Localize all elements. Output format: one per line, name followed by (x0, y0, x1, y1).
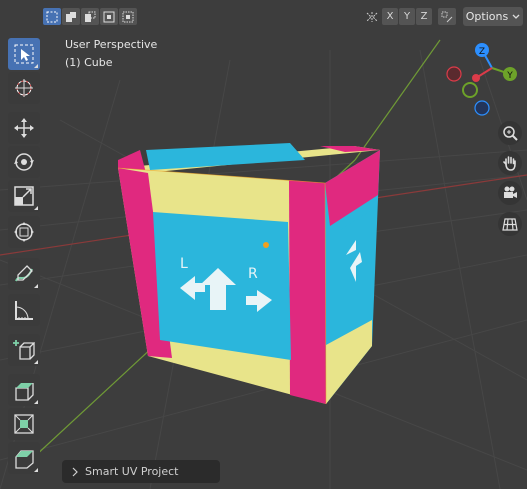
mirror-x-button[interactable]: X (382, 8, 398, 25)
svg-text:L: L (180, 256, 188, 272)
neg-z-axis-ball[interactable] (474, 100, 490, 116)
chevron-down-icon (512, 14, 520, 19)
hand-pan-icon[interactable] (498, 151, 522, 175)
select-set-icon[interactable] (43, 8, 61, 25)
mirror-axes: X Y Z (363, 8, 432, 25)
z-axis-label: Z (479, 47, 485, 57)
object-origin (263, 242, 269, 248)
select-extend-icon[interactable] (62, 8, 80, 25)
mirror-y-button[interactable]: Y (399, 8, 415, 25)
add-cube-tool[interactable] (8, 334, 40, 366)
x-axis-ball[interactable] (472, 74, 480, 82)
butterfly-mirror-icon[interactable] (363, 8, 381, 25)
cube-top-blue (146, 143, 305, 170)
move-tool[interactable] (8, 112, 40, 144)
options-label: Options (465, 10, 509, 23)
snap-icon[interactable] (438, 8, 456, 25)
neg-y-axis-ball[interactable] (462, 82, 478, 98)
3d-viewport[interactable]: L R X Y Z Options User Perspective (1) C… (0, 0, 527, 489)
mirror-z-button[interactable]: Z (416, 8, 432, 25)
select-invert-icon[interactable] (100, 8, 118, 25)
options-dropdown[interactable]: Options (463, 7, 523, 26)
inset-faces-tool[interactable] (8, 408, 40, 440)
y-axis-line-far (354, 39, 441, 161)
last-operator-label: Smart UV Project (85, 465, 179, 478)
grid-view-icon[interactable] (498, 212, 522, 236)
select-subtract-icon[interactable] (81, 8, 99, 25)
measure-tool[interactable] (8, 294, 40, 326)
extrude-region-tool[interactable] (8, 374, 40, 406)
viewport-header: X Y Z Options (0, 0, 527, 34)
last-operator-panel[interactable]: Smart UV Project (62, 460, 220, 483)
navigation-gizmo[interactable]: Z Y (440, 38, 526, 118)
cursor-tool[interactable] (8, 72, 40, 104)
annotate-tool[interactable] (8, 258, 40, 290)
rotate-tool[interactable] (8, 146, 40, 178)
scale-tool[interactable] (8, 180, 40, 212)
y-axis-label: Y (506, 71, 513, 81)
bevel-tool[interactable] (8, 442, 40, 474)
select-intersect-icon[interactable] (119, 8, 137, 25)
cube-front-pink-right (289, 180, 326, 404)
svg-text:R: R (248, 266, 258, 282)
zoom-icon[interactable] (498, 121, 522, 145)
neg-x-axis-ball[interactable] (446, 66, 462, 82)
select-box-tool[interactable] (8, 38, 40, 70)
select-mode-group (43, 8, 137, 25)
cube-object[interactable]: L R (117, 143, 380, 405)
chevron-right-icon (72, 467, 78, 476)
perspective-label: User Perspective (65, 38, 158, 51)
transform-tool[interactable] (8, 216, 40, 248)
active-object-label: (1) Cube (65, 56, 113, 69)
camera-icon[interactable] (498, 181, 522, 205)
